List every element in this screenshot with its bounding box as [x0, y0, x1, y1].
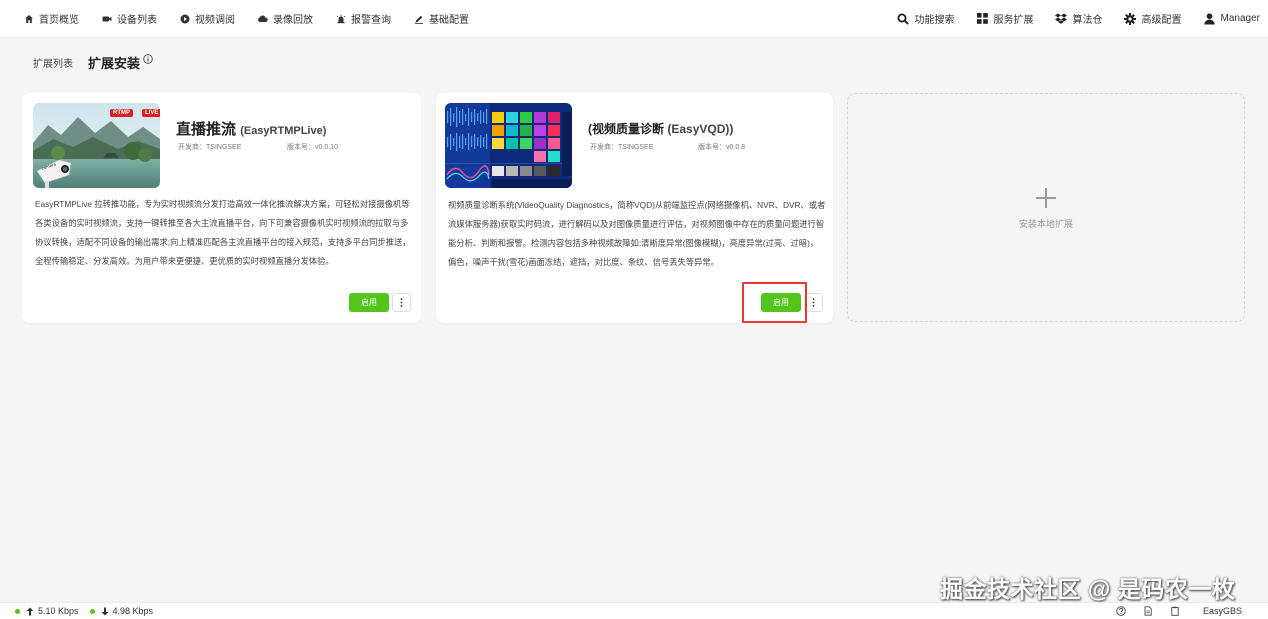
arrow-up-icon	[26, 607, 34, 615]
rtmp-badge: RTMP	[110, 109, 133, 117]
extension-name: (视频质量诊断	[588, 122, 664, 136]
nav-label: 首页概览	[39, 15, 79, 26]
nav-basic-config[interactable]: 基础配置	[413, 11, 469, 26]
cloud-icon	[257, 13, 268, 24]
extension-name: 直播推流	[176, 121, 237, 138]
extension-version: 版本号：v0.0.8	[698, 144, 746, 151]
alarm-icon	[335, 13, 346, 24]
more-options-button[interactable]	[392, 293, 411, 312]
status-bar: 5.10 Kbps 4.98 Kbps EasyGBS	[0, 602, 1268, 619]
more-vertical-icon	[400, 298, 403, 307]
download-stat: 4.98 Kbps	[89, 606, 154, 616]
install-local-extension-label: 安装本地扩展	[1018, 219, 1073, 229]
nav-label: 高级配置	[1141, 15, 1182, 26]
extension-developer: 开发商：TSINGSEE	[178, 144, 242, 151]
upload-rate: 5.10 Kbps	[38, 606, 79, 616]
nav-algorithm-store[interactable]: 算法仓	[1055, 11, 1103, 26]
nav-video-view[interactable]: 视频调阅	[179, 11, 235, 26]
arrow-down-icon	[101, 607, 109, 615]
nav-label: 功能搜索	[914, 15, 955, 26]
nav-home[interactable]: 首页概览	[23, 11, 79, 26]
camera-icon	[101, 13, 112, 24]
nav-playback[interactable]: 录像回放	[257, 11, 313, 26]
extension-code: (EasyVQD))	[667, 122, 734, 136]
nav-label: 录像回放	[273, 15, 313, 26]
gear-icon	[1124, 12, 1137, 25]
nav-function-search[interactable]: 功能搜索	[897, 11, 955, 26]
tab-extension-install[interactable]: 扩展安装	[88, 53, 140, 72]
extension-thumbnail	[445, 103, 572, 188]
watermark: 掘金技术社区 @ 是码农一枚	[940, 576, 1236, 602]
extension-card-vqd: (视频质量诊断 (EasyVQD)) 开发商：TSINGSEE 版本号：v0.0…	[436, 93, 833, 323]
grid-icon	[976, 12, 989, 25]
user-name: Manager	[1220, 13, 1260, 24]
top-nav: 首页概览 设备列表 视频调阅 录像回放 报警查询 基础配置 功能搜索 服务扩展 …	[0, 0, 1268, 38]
plus-icon	[1036, 188, 1056, 208]
user-icon	[1203, 12, 1216, 25]
page-tabs: 扩展列表 扩展安装	[33, 53, 153, 72]
extension-description: 视频质量诊断系统(VideoQuality Diagnostics，简称VQD)…	[448, 200, 826, 267]
nav-service-extension[interactable]: 服务扩展	[976, 11, 1034, 26]
search-icon	[897, 12, 910, 25]
user-menu[interactable]: Manager	[1203, 12, 1260, 25]
clipboard-icon[interactable]	[1170, 606, 1180, 616]
dropbox-icon	[1055, 12, 1068, 25]
nav-label: 视频调阅	[195, 15, 235, 26]
extension-thumbnail: camera RTMP LIVE	[33, 103, 160, 188]
play-circle-icon	[179, 13, 190, 24]
home-icon	[23, 13, 34, 24]
enable-button[interactable]: 启用	[349, 293, 389, 312]
install-local-extension-button[interactable]: 安装本地扩展	[847, 93, 1245, 322]
edit-icon	[413, 13, 424, 24]
nav-label: 报警查询	[351, 15, 391, 26]
nav-label: 设备列表	[117, 15, 157, 26]
extension-card-rtmp-live: camera RTMP LIVE 直播推流 (EasyRTMPLive) 开发商…	[22, 93, 421, 323]
help-icon[interactable]	[1116, 606, 1126, 616]
extension-code: (EasyRTMPLive)	[240, 125, 327, 137]
extension-title: 直播推流 (EasyRTMPLive)	[176, 118, 326, 139]
upload-stat: 5.10 Kbps	[15, 606, 79, 616]
status-actions: EasyGBS	[1116, 606, 1268, 616]
extension-description: EasyRTMPLive 拉转推功能，专为实时视频流分发打造高效一体化推流解决方…	[35, 199, 411, 266]
extension-developer: 开发商：TSINGSEE	[590, 144, 654, 151]
nav-device-list[interactable]: 设备列表	[101, 11, 157, 26]
tab-extension-list[interactable]: 扩展列表	[33, 55, 73, 70]
extension-title: (视频质量诊断 (EasyVQD))	[588, 120, 733, 137]
more-vertical-icon	[812, 298, 815, 307]
online-dot	[15, 608, 20, 614]
nav-label: 算法仓	[1072, 15, 1103, 26]
live-badge: LIVE	[142, 109, 160, 117]
info-icon[interactable]	[143, 53, 153, 64]
more-options-button[interactable]	[804, 293, 823, 312]
document-icon[interactable]	[1143, 606, 1153, 616]
nav-alarm-query[interactable]: 报警查询	[335, 11, 391, 26]
extension-version: 版本号：v0.0.10	[287, 144, 338, 151]
app-name: EasyGBS	[1202, 606, 1242, 616]
main-menu: 首页概览 设备列表 视频调阅 录像回放 报警查询 基础配置	[0, 11, 491, 26]
utility-menu: 功能搜索 服务扩展 算法仓 高级配置 Manager	[876, 11, 1268, 26]
nav-advanced-config[interactable]: 高级配置	[1124, 11, 1182, 26]
nav-label: 服务扩展	[993, 15, 1034, 26]
online-dot	[89, 608, 95, 614]
enable-button[interactable]: 启用	[761, 293, 801, 312]
download-rate: 4.98 Kbps	[112, 606, 154, 616]
nav-label: 基础配置	[429, 15, 469, 26]
